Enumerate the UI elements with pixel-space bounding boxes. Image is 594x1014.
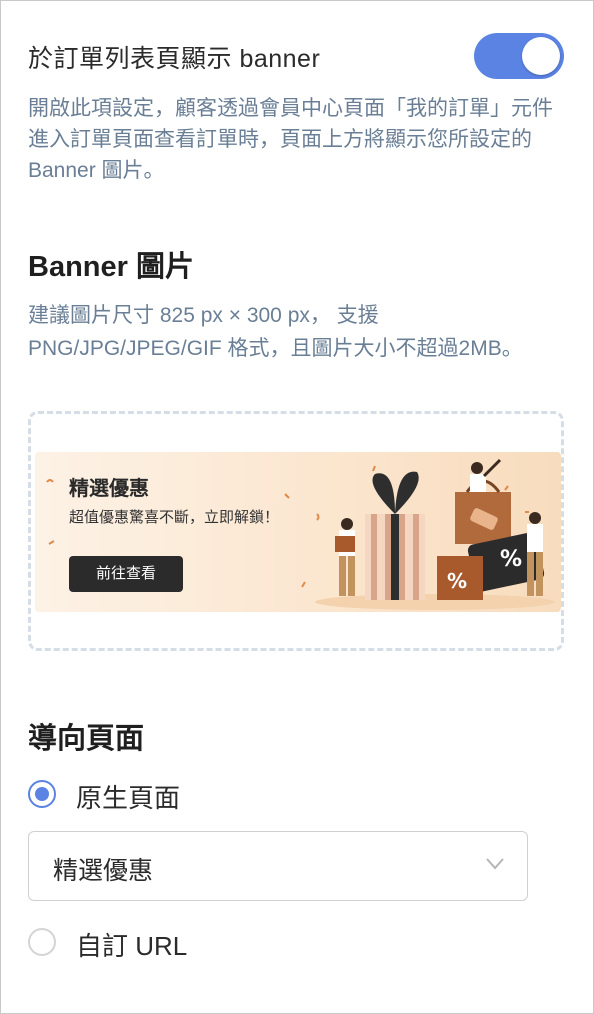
svg-text:%: % — [500, 547, 522, 572]
radio-label: 原生頁面 — [76, 783, 181, 813]
gift-illustration: % % — [315, 458, 555, 610]
toggle-knob — [522, 37, 560, 75]
show-banner-toggle[interactable] — [474, 33, 564, 79]
banner-size-hint: 建議圖片尺寸 825 px × 300 px， 支援PNG/JPG/JPEG/G… — [28, 304, 523, 360]
banner-title: 精選優惠 — [69, 478, 149, 500]
banner-cta-button: 前往查看 — [69, 556, 183, 592]
banner-upload-area[interactable]: 精選優惠 超值優惠驚喜不斷，立即解鎖！ 前往查看 % % — [28, 411, 564, 651]
radio-label: 自訂 URL — [76, 931, 188, 961]
banner-preview-image: 精選優惠 超值優惠驚喜不斷，立即解鎖！ 前往查看 % % — [35, 452, 561, 612]
svg-text:%: % — [447, 569, 467, 593]
radio-custom-url[interactable]: 自訂 URL — [28, 927, 428, 961]
radio-button-unchecked[interactable] — [28, 928, 56, 956]
page-select-dropdown[interactable]: 精選優惠 — [28, 831, 528, 901]
banner-section-title: Banner 圖片 — [28, 251, 194, 283]
redirect-section-title: 導向頁面 — [28, 723, 145, 755]
toggle-description: 開啟此項設定，顧客透過會員中心頁面「我的訂單」元件進入訂單頁面查看訂單時，頁面上… — [28, 97, 553, 182]
toggle-label: 於訂單列表頁顯示 banner — [28, 45, 321, 73]
select-value: 精選優惠 — [53, 857, 154, 885]
chevron-down-icon — [486, 858, 504, 870]
settings-panel: 於訂單列表頁顯示 banner 開啟此項設定，顧客透過會員中心頁面「我的訂單」元… — [0, 0, 594, 1014]
order-list-banner-toggle-row: 於訂單列表頁顯示 banner — [28, 31, 564, 83]
radio-button-checked[interactable] — [28, 780, 56, 808]
banner-subtitle: 超值優惠驚喜不斷，立即解鎖！ — [69, 509, 280, 526]
radio-native-page[interactable]: 原生頁面 — [28, 779, 428, 813]
